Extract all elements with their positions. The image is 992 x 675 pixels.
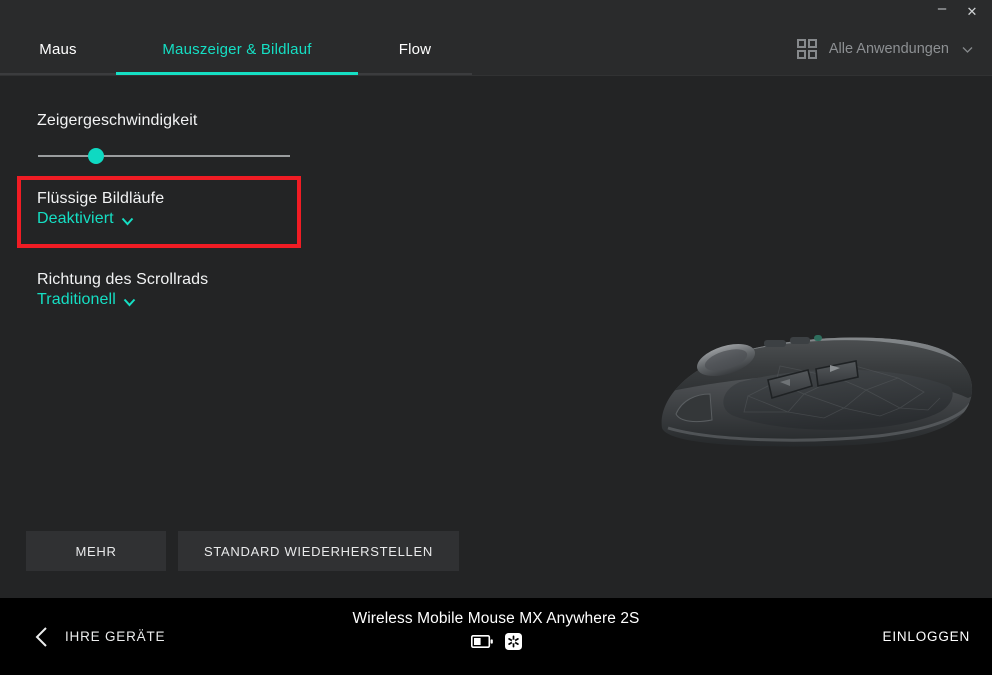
tab-maus[interactable]: Maus — [0, 22, 116, 76]
device-status-icons — [470, 633, 522, 650]
chevron-down-icon — [123, 294, 136, 307]
smooth-scrolling-value: Deaktiviert — [37, 210, 114, 227]
settings-content: Zeigergeschwindigkeit Flüssige Bildläufe… — [0, 76, 992, 598]
scroll-direction-dropdown[interactable]: Traditionell — [37, 291, 136, 309]
battery-half-icon — [470, 635, 493, 648]
scroll-direction-value: Traditionell — [37, 291, 116, 308]
scroll-direction-title: Richtung des Scrollrads — [37, 271, 209, 288]
smooth-scrolling-title: Flüssige Bildläufe — [37, 190, 165, 207]
action-buttons: MEHR STANDARD WIEDERHERSTELLEN — [26, 531, 459, 571]
mouse-product-image — [648, 324, 984, 456]
restore-defaults-button[interactable]: STANDARD WIEDERHERSTELLEN — [178, 531, 459, 571]
logitech-options-window: – ✕ Maus Mauszeiger & Bildlauf Flow Alle… — [0, 0, 992, 675]
login-label: EINLOGGEN — [882, 629, 970, 644]
tab-flow[interactable]: Flow — [358, 22, 472, 76]
slider-track — [38, 155, 290, 157]
chevron-down-icon — [961, 43, 974, 56]
chevron-down-icon — [121, 213, 134, 226]
tab-list: Maus Mauszeiger & Bildlauf Flow — [0, 22, 472, 76]
smooth-scrolling-dropdown[interactable]: Deaktiviert — [37, 210, 134, 228]
tab-mauszeiger-bildlauf[interactable]: Mauszeiger & Bildlauf — [116, 22, 358, 76]
pointer-speed-title: Zeigergeschwindigkeit — [37, 112, 198, 129]
header-bar: Maus Mauszeiger & Bildlauf Flow Alle Anw… — [0, 22, 992, 76]
application-filter-label: Alle Anwendungen — [828, 41, 949, 57]
application-filter[interactable]: Alle Anwendungen — [796, 22, 974, 76]
device-name: Wireless Mobile Mouse MX Anywhere 2S — [352, 610, 640, 627]
window-controls: – ✕ — [928, 0, 986, 22]
title-bar: – ✕ — [0, 0, 992, 22]
unifying-receiver-icon — [504, 633, 522, 650]
device-info: Wireless Mobile Mouse MX Anywhere 2S — [0, 610, 992, 650]
footer-bar: IHRE GERÄTE Wireless Mobile Mouse MX Any… — [0, 598, 992, 675]
login-button[interactable]: EINLOGGEN — [883, 598, 970, 675]
more-button[interactable]: MEHR — [26, 531, 166, 571]
slider-handle[interactable] — [87, 148, 104, 164]
pointer-speed-slider[interactable] — [38, 146, 290, 166]
grid-icon — [796, 39, 817, 59]
close-button[interactable]: ✕ — [958, 0, 986, 22]
minimize-button[interactable]: – — [928, 0, 956, 22]
